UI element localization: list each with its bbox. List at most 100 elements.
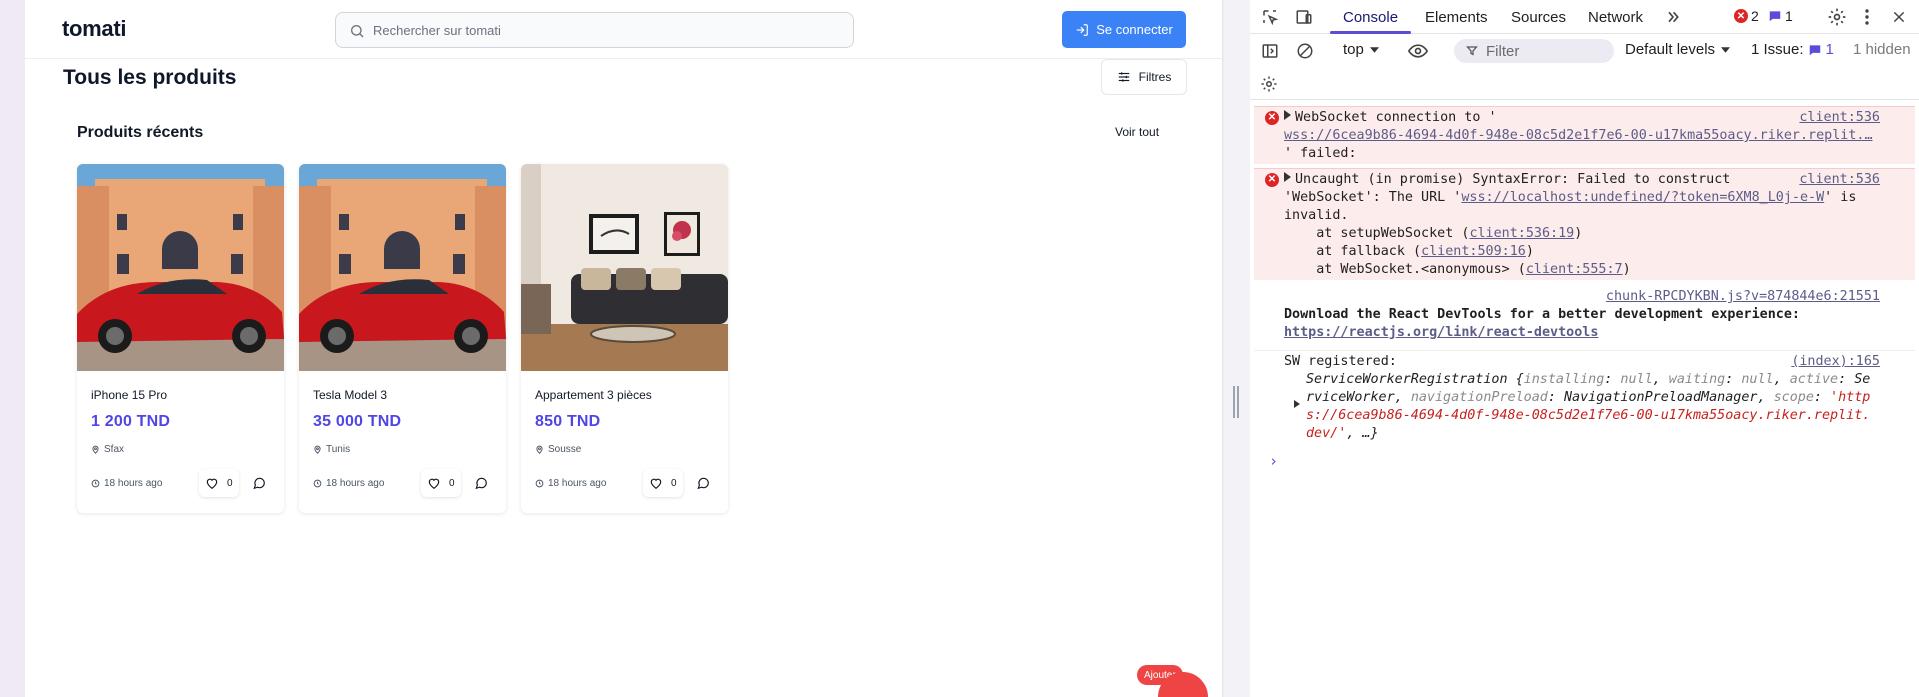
comment-button[interactable] — [692, 472, 714, 494]
product-card[interactable]: iPhone 15 Pro 1 200 TND Sfax 18 hours ag… — [77, 164, 284, 513]
product-price: 1 200 TND — [91, 413, 171, 430]
log-source-link[interactable]: chunk-RPCDYKBN.js?v=874844e6:21551 — [1606, 288, 1880, 306]
login-icon — [1076, 23, 1089, 36]
sidebar-toggle-icon[interactable] — [1259, 40, 1281, 62]
caret-down-icon — [1721, 46, 1731, 53]
product-name: iPhone 15 Pro — [91, 388, 168, 402]
expand-triangle-icon[interactable] — [1284, 172, 1291, 182]
stack-link[interactable]: client:536:19 — [1469, 226, 1574, 241]
log-line: invalid. — [1284, 208, 1349, 223]
log-source-link[interactable]: (index):165 — [1791, 353, 1880, 371]
product-name: Appartement 3 pièces — [535, 388, 652, 402]
object-preview: rviceWorker, navigationPreload: Navigati… — [1306, 390, 1871, 405]
comment-button[interactable] — [248, 472, 270, 494]
comment-icon — [253, 477, 265, 490]
stack-link[interactable]: client:555:7 — [1526, 262, 1623, 277]
search-icon — [351, 25, 364, 38]
see-all-link[interactable]: Voir tout — [1115, 125, 1159, 139]
location-text: Sfax — [104, 444, 125, 455]
context-label: top — [1343, 41, 1364, 58]
clock-icon — [313, 479, 322, 488]
expand-object-triangle-icon[interactable] — [1294, 397, 1304, 415]
context-selector[interactable]: top — [1343, 41, 1379, 58]
log-source-link[interactable]: client:536 — [1799, 109, 1880, 127]
tab-sources[interactable]: Sources — [1511, 9, 1566, 26]
stack-frame: at setupWebSocket (client:536:19) — [1284, 226, 1583, 241]
inspect-element-icon[interactable] — [1260, 7, 1280, 27]
product-card[interactable]: Appartement 3 pièces 850 TND Sousse 18 h… — [521, 164, 728, 513]
device-toolbar-icon[interactable] — [1294, 7, 1314, 27]
log-url-link[interactable]: wss://6cea9b86-4694-4d0f-948e-08c5d2e1f7… — [1284, 127, 1873, 145]
console-log-react-devtools[interactable]: chunk-RPCDYKBN.js?v=874844e6:21551 Downl… — [1254, 286, 1915, 344]
console-prompt-caret[interactable]: › — [1269, 452, 1278, 470]
like-button[interactable]: 0 — [643, 469, 683, 497]
log-url-link[interactable]: wss://localhost:undefined/?token=6XM8_L0… — [1461, 190, 1824, 205]
console-log-sw-registered[interactable]: (index):165 SW registered: ServiceWorker… — [1254, 350, 1915, 444]
log-source-link[interactable]: client:536 — [1799, 171, 1880, 189]
like-count: 0 — [671, 477, 677, 489]
message-count-badge[interactable]: 1 — [1768, 8, 1793, 24]
object-preview: ServiceWorkerRegistration {installing: n… — [1306, 372, 1871, 387]
stack-frame: at WebSocket.<anonymous> (client:555:7) — [1284, 262, 1631, 277]
clear-console-icon[interactable] — [1294, 40, 1316, 62]
stack-link[interactable]: client:509:16 — [1421, 244, 1526, 259]
search-input[interactable]: Rechercher sur tomati — [335, 12, 854, 48]
error-icon: ✕ — [1734, 9, 1748, 23]
log-levels-dropdown[interactable]: Default levels — [1625, 41, 1731, 58]
message-count: 1 — [1785, 8, 1793, 24]
section-title: Produits récents — [77, 124, 204, 141]
product-time: 18 hours ago — [91, 478, 162, 489]
like-count: 0 — [449, 477, 455, 489]
react-devtools-link[interactable]: https://reactjs.org/link/react-devtools — [1284, 324, 1598, 342]
product-location: Sousse — [535, 444, 581, 455]
product-card[interactable]: Tesla Model 3 35 000 TND Tunis 18 hours … — [299, 164, 506, 513]
comment-icon — [475, 477, 487, 490]
tab-console[interactable]: Console — [1343, 9, 1398, 26]
location-text: Tunis — [326, 444, 351, 455]
console-filter-input[interactable]: Filter — [1454, 39, 1614, 63]
product-image[interactable] — [77, 164, 284, 371]
map-pin-icon — [536, 445, 543, 454]
like-button[interactable]: 0 — [421, 469, 461, 497]
map-pin-icon — [314, 445, 321, 454]
more-tabs-icon[interactable] — [1663, 7, 1683, 27]
levels-label: Default levels — [1625, 41, 1716, 58]
error-icon: ✕ — [1265, 173, 1279, 187]
devtools-panel: Console Elements Sources Network ✕ 2 1 t… — [1250, 0, 1919, 697]
settings-gear-icon[interactable] — [1826, 6, 1848, 28]
console-settings-gear-icon[interactable] — [1258, 73, 1280, 95]
stack-frame: at fallback (client:509:16) — [1284, 244, 1534, 259]
product-image[interactable] — [521, 164, 728, 371]
console-error-syntax[interactable]: ✕ client:536 Uncaught (in promise) Synta… — [1254, 168, 1915, 280]
product-image[interactable] — [299, 164, 506, 371]
devtools-splitter[interactable] — [1224, 0, 1250, 697]
tab-elements[interactable]: Elements — [1425, 9, 1488, 26]
login-button[interactable]: Se connecter — [1062, 11, 1186, 48]
close-devtools-icon[interactable] — [1888, 6, 1910, 28]
site-logo[interactable]: tomati — [62, 16, 127, 42]
comment-button[interactable] — [470, 472, 492, 494]
red-car-image — [299, 164, 506, 371]
devtools-tabbar: Console Elements Sources Network ✕ 2 1 — [1250, 0, 1919, 34]
error-count-badge[interactable]: ✕ 2 — [1734, 8, 1759, 24]
product-name: Tesla Model 3 — [313, 388, 388, 402]
filter-placeholder: Filter — [1486, 42, 1520, 60]
filters-label: Filtres — [1138, 70, 1172, 84]
location-text: Sousse — [548, 444, 582, 455]
more-options-icon[interactable] — [1860, 6, 1874, 28]
issues-counter[interactable]: 1 Issue: 1 — [1751, 41, 1834, 58]
like-button[interactable]: 0 — [199, 469, 239, 497]
filters-button[interactable]: Filtres — [1101, 59, 1187, 95]
console-error-websocket[interactable]: ✕ client:536 WebSocket connection to ' w… — [1254, 106, 1915, 164]
tab-network[interactable]: Network — [1588, 9, 1643, 26]
message-icon — [1769, 11, 1781, 22]
log-line: Download the React DevTools for a better… — [1284, 307, 1800, 322]
object-preview: s://6cea9b86-4694-4d0f-948e-08c5d2e1f7e6… — [1306, 408, 1871, 423]
heart-icon — [428, 478, 440, 489]
live-expression-eye-icon[interactable] — [1406, 40, 1430, 62]
log-line: ' failed: — [1284, 146, 1357, 161]
splitter-grip[interactable] — [1233, 386, 1239, 418]
expand-triangle-icon[interactable] — [1284, 110, 1291, 120]
product-time: 18 hours ago — [535, 478, 606, 489]
login-label: Se connecter — [1096, 22, 1173, 37]
